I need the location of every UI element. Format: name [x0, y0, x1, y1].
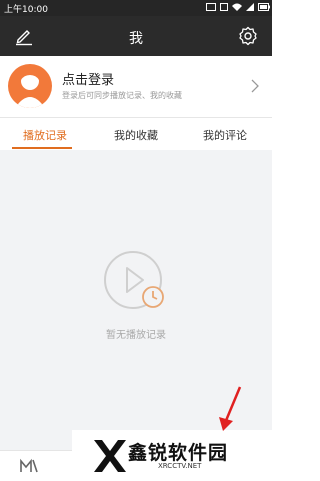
- signal-icon: [246, 3, 254, 11]
- app-logo-icon[interactable]: [20, 458, 38, 474]
- empty-state-text: 暂无播放记录: [106, 330, 166, 341]
- watermark: 鑫锐软件园 XRCCTV.NET: [72, 430, 272, 480]
- tab-favorites[interactable]: 我的收藏: [91, 127, 181, 143]
- watermark-logo-icon: [94, 440, 126, 472]
- page-title: 我: [129, 31, 143, 47]
- wifi-icon: [232, 3, 242, 11]
- watermark-subtitle: XRCCTV.NET: [158, 462, 202, 470]
- tab-play-history[interactable]: 播放记录: [0, 127, 90, 143]
- active-tab-indicator: [12, 147, 72, 149]
- notification-icon: [206, 3, 216, 11]
- login-subtitle: 登录后可同步播放记录、我的收藏: [62, 91, 182, 100]
- status-time: 上午10:00: [4, 5, 48, 15]
- tab-bar: 播放记录 我的收藏 我的评论: [0, 117, 272, 151]
- vibrate-icon: [220, 3, 228, 11]
- red-arrow-annotation: [215, 385, 245, 435]
- avatar[interactable]: [8, 64, 52, 108]
- login-title[interactable]: 点击登录: [62, 69, 114, 88]
- watermark-title: 鑫锐软件园: [128, 442, 229, 464]
- battery-icon: [258, 3, 270, 11]
- login-card[interactable]: 点击登录 登录后可同步播放记录、我的收藏: [0, 56, 272, 116]
- status-bar: 上午10:00: [0, 0, 272, 16]
- tab-comments[interactable]: 我的评论: [180, 127, 270, 143]
- gear-icon[interactable]: [238, 26, 258, 46]
- status-icons: [206, 3, 270, 11]
- top-header: 我: [0, 16, 272, 56]
- chevron-right-icon: [250, 78, 260, 93]
- empty-play-history-icon: [103, 250, 167, 314]
